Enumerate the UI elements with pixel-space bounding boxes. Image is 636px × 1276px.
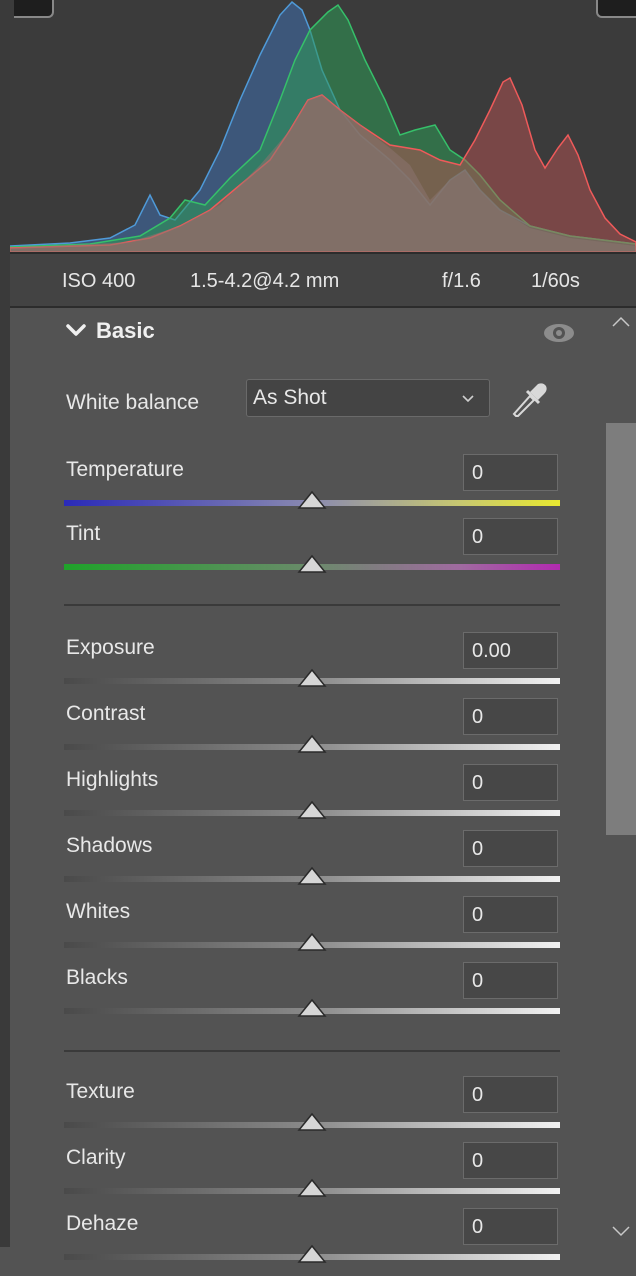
- dehaze-slider-row: Dehaze 0: [10, 1208, 606, 1276]
- temperature-slider-row: Temperature 0: [10, 454, 606, 522]
- texture-label: Texture: [66, 1080, 135, 1103]
- basic-section-header[interactable]: Basic: [10, 308, 606, 356]
- temperature-label: Temperature: [66, 458, 184, 481]
- blacks-value: 0: [472, 970, 484, 992]
- exposure-slider-row: Exposure 0.00: [10, 632, 606, 700]
- highlights-slider-row: Highlights 0: [10, 764, 606, 832]
- white-balance-dropdown[interactable]: As Shot: [246, 379, 490, 417]
- contrast-value-field[interactable]: 0: [463, 698, 558, 735]
- scrollbar-thumb[interactable]: [606, 423, 636, 835]
- tint-slider-row: Tint 0: [10, 518, 606, 586]
- blacks-label: Blacks: [66, 966, 128, 989]
- shadows-slider-row: Shadows 0: [10, 830, 606, 898]
- texture-slider-row: Texture 0: [10, 1076, 606, 1144]
- exposure-value: 0.00: [472, 640, 511, 662]
- white-balance-value: As Shot: [253, 386, 327, 409]
- iso-value: ISO 400: [62, 270, 136, 292]
- exposure-label: Exposure: [66, 636, 155, 659]
- contrast-slider-row: Contrast 0: [10, 698, 606, 766]
- scroll-up-icon[interactable]: [612, 316, 630, 328]
- clarity-value-field[interactable]: 0: [463, 1142, 558, 1179]
- shadows-value-field[interactable]: 0: [463, 830, 558, 867]
- blacks-value-field[interactable]: 0: [463, 962, 558, 999]
- white-balance-label: White balance: [66, 391, 200, 414]
- shutter-speed-value: 1/60s: [531, 270, 580, 292]
- tint-label: Tint: [66, 522, 101, 545]
- shadows-slider-thumb[interactable]: [297, 866, 327, 886]
- divider: [64, 1050, 560, 1052]
- dehaze-slider-thumb[interactable]: [297, 1244, 327, 1264]
- shadow-clipping-indicator[interactable]: [14, 0, 54, 18]
- aperture-value: f/1.6: [442, 270, 481, 292]
- temperature-slider-thumb[interactable]: [297, 490, 327, 510]
- texture-value-field[interactable]: 0: [463, 1076, 558, 1113]
- contrast-slider-thumb[interactable]: [297, 734, 327, 754]
- whites-label: Whites: [66, 900, 131, 923]
- whites-value-field[interactable]: 0: [463, 896, 558, 933]
- section-title: Basic: [96, 318, 155, 343]
- chevron-down-icon: [462, 395, 474, 403]
- clarity-slider-row: Clarity 0: [10, 1142, 606, 1210]
- eye-icon[interactable]: [542, 322, 576, 344]
- blacks-slider-thumb[interactable]: [297, 998, 327, 1018]
- chevron-down-icon: [66, 324, 86, 336]
- temperature-value: 0: [472, 462, 484, 484]
- histogram-graph: [10, 0, 636, 252]
- highlights-label: Highlights: [66, 768, 159, 791]
- whites-value: 0: [472, 904, 484, 926]
- dehaze-label: Dehaze: [66, 1212, 139, 1235]
- tint-value: 0: [472, 526, 484, 548]
- clarity-value: 0: [472, 1150, 484, 1172]
- basic-panel: Basic White balance As Shot Temperature 0…: [10, 308, 606, 1263]
- tint-slider-thumb[interactable]: [297, 554, 327, 574]
- divider: [64, 604, 560, 606]
- whites-slider-thumb[interactable]: [297, 932, 327, 952]
- left-edge-strip: [0, 0, 10, 1247]
- texture-slider-thumb[interactable]: [297, 1112, 327, 1132]
- shadows-label: Shadows: [66, 834, 153, 857]
- whites-slider-row: Whites 0: [10, 896, 606, 964]
- highlight-clipping-indicator[interactable]: [596, 0, 636, 18]
- contrast-label: Contrast: [66, 702, 146, 725]
- highlights-value-field[interactable]: 0: [463, 764, 558, 801]
- highlights-slider-thumb[interactable]: [297, 800, 327, 820]
- exposure-slider-thumb[interactable]: [297, 668, 327, 688]
- camera-info-bar: ISO 400 1.5-4.2@4.2 mm f/1.6 1/60s: [10, 252, 636, 308]
- clarity-slider-thumb[interactable]: [297, 1178, 327, 1198]
- clarity-label: Clarity: [66, 1146, 126, 1169]
- highlights-value: 0: [472, 772, 484, 794]
- lens-value: 1.5-4.2@4.2 mm: [190, 270, 340, 292]
- texture-value: 0: [472, 1084, 484, 1106]
- dehaze-value: 0: [472, 1216, 484, 1238]
- scrollbar[interactable]: [606, 308, 636, 1247]
- blacks-slider-row: Blacks 0: [10, 962, 606, 1030]
- shadows-value: 0: [472, 838, 484, 860]
- eyedropper-icon[interactable]: [510, 380, 550, 420]
- dehaze-value-field[interactable]: 0: [463, 1208, 558, 1245]
- scroll-down-icon[interactable]: [612, 1225, 630, 1237]
- exposure-value-field[interactable]: 0.00: [463, 632, 558, 669]
- temperature-value-field[interactable]: 0: [463, 454, 558, 491]
- histogram[interactable]: [10, 0, 636, 252]
- contrast-value: 0: [472, 706, 484, 728]
- tint-value-field[interactable]: 0: [463, 518, 558, 555]
